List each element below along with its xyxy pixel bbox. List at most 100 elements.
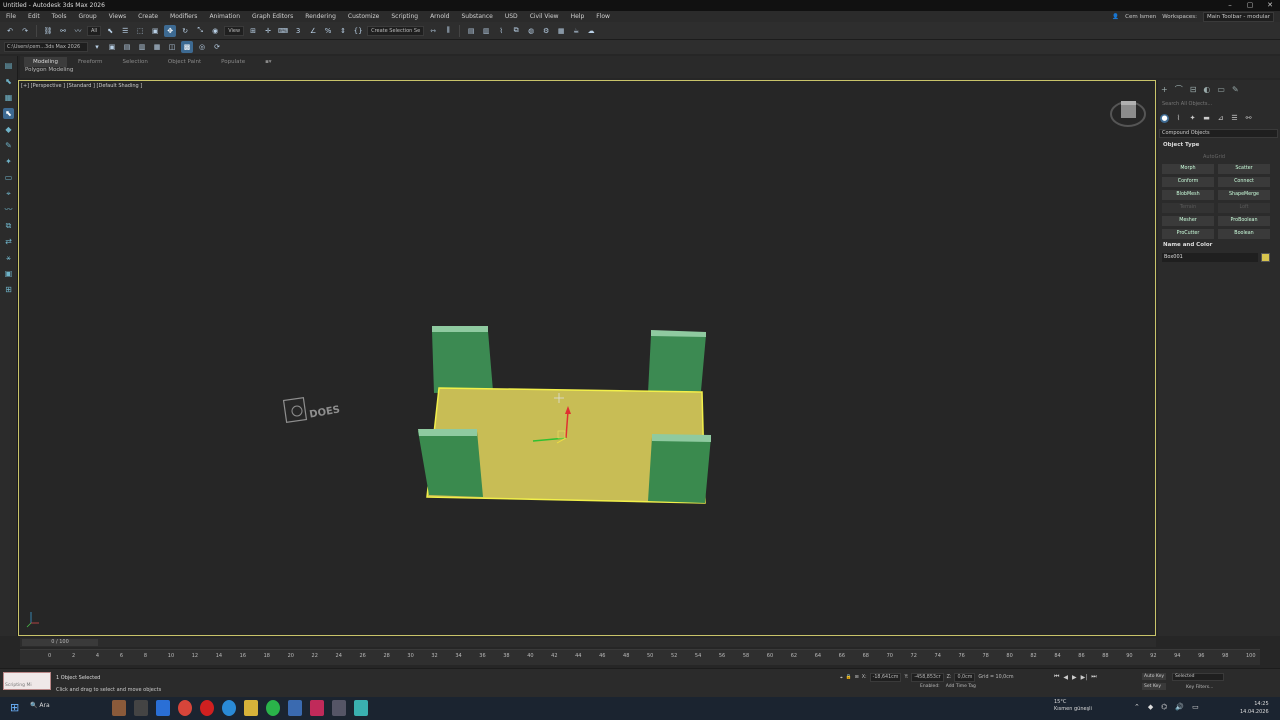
z-coordinate-field[interactable]: 0,0cm	[954, 673, 976, 682]
file-explorer-icon[interactable]	[244, 700, 258, 716]
shapes-filter-icon[interactable]: ✎	[3, 140, 14, 151]
user-name[interactable]: Cem Ismen	[1125, 14, 1156, 20]
battery-icon[interactable]: ▭	[1192, 703, 1199, 711]
proboolean-button[interactable]: ProBoolean	[1218, 216, 1270, 226]
scene-explorer-icon[interactable]: ▤	[3, 60, 14, 71]
morph-button[interactable]: Morph	[1162, 164, 1214, 174]
space-warps-icon[interactable]: ☰	[1230, 114, 1239, 123]
select-place-icon[interactable]: ◉	[209, 25, 221, 37]
back-right-pillar[interactable]	[648, 330, 706, 393]
orbit-icon[interactable]: ⟳	[211, 41, 223, 53]
time-slider-handle[interactable]: 0 / 100	[22, 639, 98, 646]
geometry-icon[interactable]: ●	[1160, 114, 1169, 123]
containers-filter-icon[interactable]: ▣	[3, 268, 14, 279]
chrome-app-icon[interactable]	[178, 700, 192, 716]
conform-button[interactable]: Conform	[1162, 177, 1214, 187]
select-rotate-icon[interactable]: ↻	[179, 25, 191, 37]
app-icon[interactable]	[332, 700, 346, 716]
absolute-mode-icon[interactable]: ⊞	[855, 675, 859, 680]
menu-rendering[interactable]: Rendering	[299, 11, 342, 22]
scatter-button[interactable]: Scatter	[1218, 164, 1270, 174]
edit-named-selection-icon[interactable]: {}	[352, 25, 364, 37]
auto-key-button[interactable]: Auto Key	[1142, 673, 1167, 680]
viewport-label[interactable]: [+] [Perspective ] [Standard ] [Default …	[21, 83, 142, 89]
object-color-swatch[interactable]	[1261, 253, 1270, 262]
systems-icon[interactable]: ⚯	[1244, 114, 1253, 123]
search-objects-input[interactable]: Search All Objects...	[1160, 100, 1278, 109]
go-to-end-icon[interactable]: ⏭	[1091, 673, 1096, 681]
material-editor-icon[interactable]: ◍	[525, 25, 537, 37]
project-path-field[interactable]: C:\Users\cem...3ds Max 2026	[4, 42, 88, 52]
menu-edit[interactable]: Edit	[22, 11, 46, 22]
tab-selection[interactable]: Selection	[114, 57, 157, 67]
lights-filter-icon[interactable]: ✦	[3, 156, 14, 167]
scene-explorer-icon[interactable]: ▤	[465, 25, 477, 37]
ribbon-options-icon[interactable]: ▪▾	[256, 57, 281, 67]
pivot-center-icon[interactable]: ⊞	[247, 25, 259, 37]
project-settings-icon[interactable]: ▤	[121, 41, 133, 53]
taskbar-search[interactable]: 🔍 Ara	[30, 702, 50, 709]
ribbon-panel-label[interactable]: Polygon Modeling	[25, 67, 73, 73]
viewcube[interactable]	[1110, 101, 1146, 127]
menu-graph-editors[interactable]: Graph Editors	[246, 11, 299, 22]
blobmesh-button[interactable]: BlobMesh	[1162, 190, 1214, 200]
boolean-button[interactable]: Boolean	[1218, 229, 1270, 239]
menu-file[interactable]: File	[0, 11, 22, 22]
sort-icon[interactable]: ⬉	[3, 108, 14, 119]
named-selection-select[interactable]: Create Selection Se	[367, 25, 425, 36]
menu-flow[interactable]: Flow	[590, 11, 616, 22]
helpers-icon[interactable]: ⊿	[1216, 114, 1225, 123]
modify-tab-icon[interactable]: ⌒	[1175, 84, 1183, 95]
close-button[interactable]: ✕	[1260, 0, 1280, 11]
menu-group[interactable]: Group	[72, 11, 102, 22]
angle-snap-icon[interactable]: ∠	[307, 25, 319, 37]
select-by-name-icon[interactable]: ☰	[119, 25, 131, 37]
selection-filter-select[interactable]: All	[87, 25, 102, 36]
undo-icon[interactable]: ↶	[4, 25, 16, 37]
tab-object-paint[interactable]: Object Paint	[159, 57, 210, 67]
maxscript-listener[interactable]: Scripting Mi	[3, 672, 51, 690]
edge-app-icon[interactable]	[222, 700, 236, 716]
perspective-viewport[interactable]: DOES	[18, 80, 1156, 636]
render-production-icon[interactable]: ☕	[570, 25, 582, 37]
menu-arnold[interactable]: Arnold	[424, 11, 455, 22]
layer-explorer-icon[interactable]: ▥	[480, 25, 492, 37]
menu-civil-view[interactable]: Civil View	[524, 11, 565, 22]
procutter-button[interactable]: ProCutter	[1162, 229, 1214, 239]
front-left-pillar[interactable]	[418, 429, 483, 497]
keyboard-shortcut-icon[interactable]: ⌨	[277, 25, 289, 37]
xrefs-filter-icon[interactable]: ⇄	[3, 236, 14, 247]
shapemerge-button[interactable]: ShapeMerge	[1218, 190, 1270, 200]
lights-icon[interactable]: ✦	[1188, 114, 1197, 123]
set-key-button[interactable]: Set Key	[1142, 683, 1167, 690]
terrain-button[interactable]: Terrain	[1162, 203, 1214, 213]
isolate-icon[interactable]: ◎	[196, 41, 208, 53]
windows-start-icon[interactable]: ⊞	[10, 702, 22, 714]
snaps-toggle-icon[interactable]: 3	[292, 25, 304, 37]
menu-customize[interactable]: Customize	[342, 11, 386, 22]
groups-filter-icon[interactable]: ⧉	[3, 220, 14, 231]
redo-icon[interactable]: ↷	[19, 25, 31, 37]
render-setup-icon[interactable]: ⚙	[540, 25, 552, 37]
menu-substance[interactable]: Substance	[455, 11, 498, 22]
store-app-icon[interactable]	[156, 700, 170, 716]
display-tab-icon[interactable]: ▭	[1217, 85, 1225, 94]
x-coordinate-field[interactable]: -18,641cm	[869, 673, 902, 682]
menu-create[interactable]: Create	[132, 11, 164, 22]
spotify-app-icon[interactable]	[266, 700, 280, 716]
weather-widget[interactable]: 15°C Kısmen güneşli	[1054, 699, 1092, 713]
workspace-select[interactable]: Main Toolbar - modular	[1202, 11, 1274, 22]
isolate-selection-icon[interactable]: ⌖	[840, 675, 843, 681]
rendered-frame-icon[interactable]: ▦	[555, 25, 567, 37]
mesher-button[interactable]: Mesher	[1162, 216, 1214, 226]
key-set-select[interactable]: Selected	[1172, 673, 1224, 681]
steam-app-icon[interactable]	[288, 700, 302, 716]
play-icon[interactable]: ▶	[1072, 674, 1077, 681]
chevron-up-icon[interactable]: ⌃	[1134, 703, 1140, 711]
volume-icon[interactable]: 🔊	[1175, 703, 1184, 711]
key-filters-button[interactable]: Key Filters...	[1186, 685, 1213, 690]
spinner-snap-icon[interactable]: ⇕	[337, 25, 349, 37]
hierarchy-tab-icon[interactable]: ⊟	[1190, 85, 1197, 94]
bind-space-warp-icon[interactable]: 〰	[72, 25, 84, 37]
category-select[interactable]: Compound Objects	[1159, 129, 1278, 138]
